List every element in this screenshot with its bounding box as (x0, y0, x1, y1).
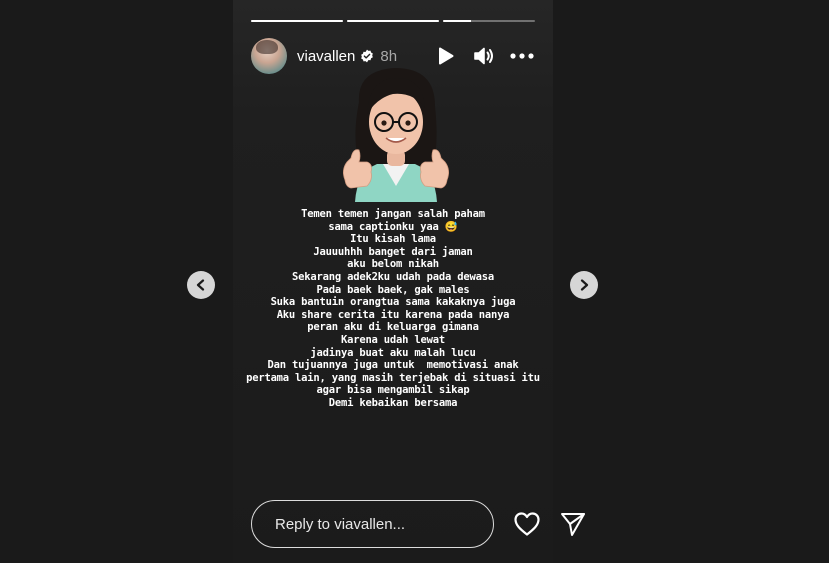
caption-line: Karena udah lewat (340, 333, 446, 346)
heart-icon (514, 512, 540, 536)
caption-line: Jauuuhhh banget dari jaman (313, 245, 473, 258)
caption-line: Demi kebaikan bersama (328, 396, 458, 409)
caption-line: Itu kisah lama (350, 233, 436, 246)
caption-line: Aku share cerita itu karena pada nanya (276, 308, 510, 321)
caption-line: Dan tujuannya juga untuk memotivasi anak (267, 359, 519, 372)
progress-segment (443, 20, 535, 22)
verified-badge-icon (360, 49, 374, 63)
caption-line: Suka bantuin orangtua sama kakaknya juga (270, 296, 516, 309)
caption-line: Pada baek baek, gak males (316, 283, 470, 296)
chevron-left-icon (196, 279, 205, 291)
send-icon (561, 513, 585, 536)
story-viewer: viavallen 8h Temen temen jangan salah pa… (0, 0, 829, 563)
chevron-right-icon (580, 279, 589, 291)
story-content: Temen temen jangan salah paham sama capti… (233, 62, 553, 462)
story-caption: Temen temen jangan salah paham sama capti… (243, 208, 543, 410)
caption-line: peran aku di keluarga gimana (307, 321, 479, 334)
caption-line: jadinya buat aku malah lucu (310, 346, 476, 359)
story-card[interactable]: viavallen 8h Temen temen jangan salah pa… (233, 0, 553, 563)
progress-segment (251, 20, 343, 22)
reply-input[interactable]: Reply to viavallen... (251, 500, 494, 548)
caption-line: pertama lain, yang masih terjebak di sit… (246, 371, 540, 384)
progress-bars (251, 20, 535, 22)
more-horizontal-icon (510, 53, 534, 59)
progress-fill (443, 20, 471, 22)
previous-story-button[interactable] (187, 271, 215, 299)
memoji-thumbs-up-image (343, 68, 449, 202)
caption-line: agar bisa mengambil sikap (316, 384, 470, 397)
progress-fill (347, 20, 439, 22)
progress-segment (347, 20, 439, 22)
next-story-button[interactable] (570, 271, 598, 299)
share-button[interactable] (558, 509, 588, 539)
caption-line: aku belom nikah (347, 258, 439, 271)
like-button[interactable] (512, 509, 542, 539)
story-footer: Reply to viavallen... (251, 499, 591, 549)
progress-fill (251, 20, 343, 22)
caption-line: sama captionku yaa 😅 (328, 220, 458, 233)
caption-line: Temen temen jangan salah paham (301, 208, 485, 220)
caption-line: Sekarang adek2ku udah pada dewasa (291, 270, 494, 283)
